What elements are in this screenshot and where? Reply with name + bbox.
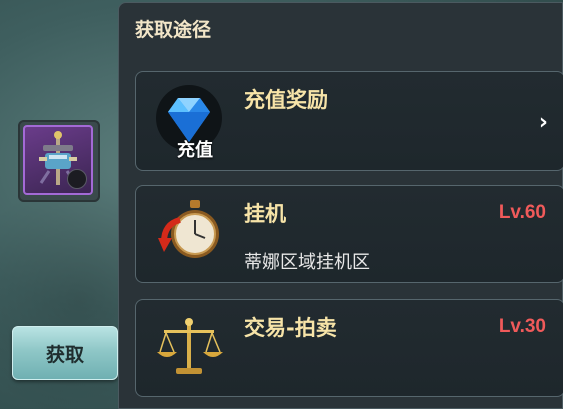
- entry-title: 充值奖励: [244, 88, 328, 112]
- entry-title: 挂机: [244, 202, 286, 226]
- entry-subtitle: 蒂娜区域挂机区: [244, 252, 370, 273]
- item-frame: [18, 120, 100, 202]
- scales-icon: [154, 312, 224, 386]
- chevron-right-icon[interactable]: ›: [539, 110, 548, 135]
- get-button[interactable]: 获取: [12, 326, 118, 380]
- recharge-icon-label: 充值: [177, 140, 213, 161]
- item-slot[interactable]: [23, 125, 93, 195]
- item-corner-dot: [67, 169, 87, 189]
- entry-trade-auction[interactable]: 交易-拍卖 Lv.30: [135, 299, 563, 397]
- level-requirement: Lv.60: [498, 202, 546, 223]
- stopwatch-icon: [154, 198, 224, 272]
- entry-recharge-reward[interactable]: 充值 充值奖励 ›: [135, 71, 563, 171]
- panel-title: 获取途径: [135, 19, 212, 41]
- level-requirement: Lv.30: [498, 316, 546, 337]
- diamond-icon: 充值: [154, 84, 224, 161]
- entry-idle[interactable]: 挂机 Lv.60 蒂娜区域挂机区: [135, 185, 563, 283]
- entry-title: 交易-拍卖: [244, 316, 337, 340]
- acquire-panel: 获取途径 充值 充值奖励 › 挂机 Lv.60 蒂娜区域挂机区 交易-拍卖 Lv…: [118, 2, 563, 409]
